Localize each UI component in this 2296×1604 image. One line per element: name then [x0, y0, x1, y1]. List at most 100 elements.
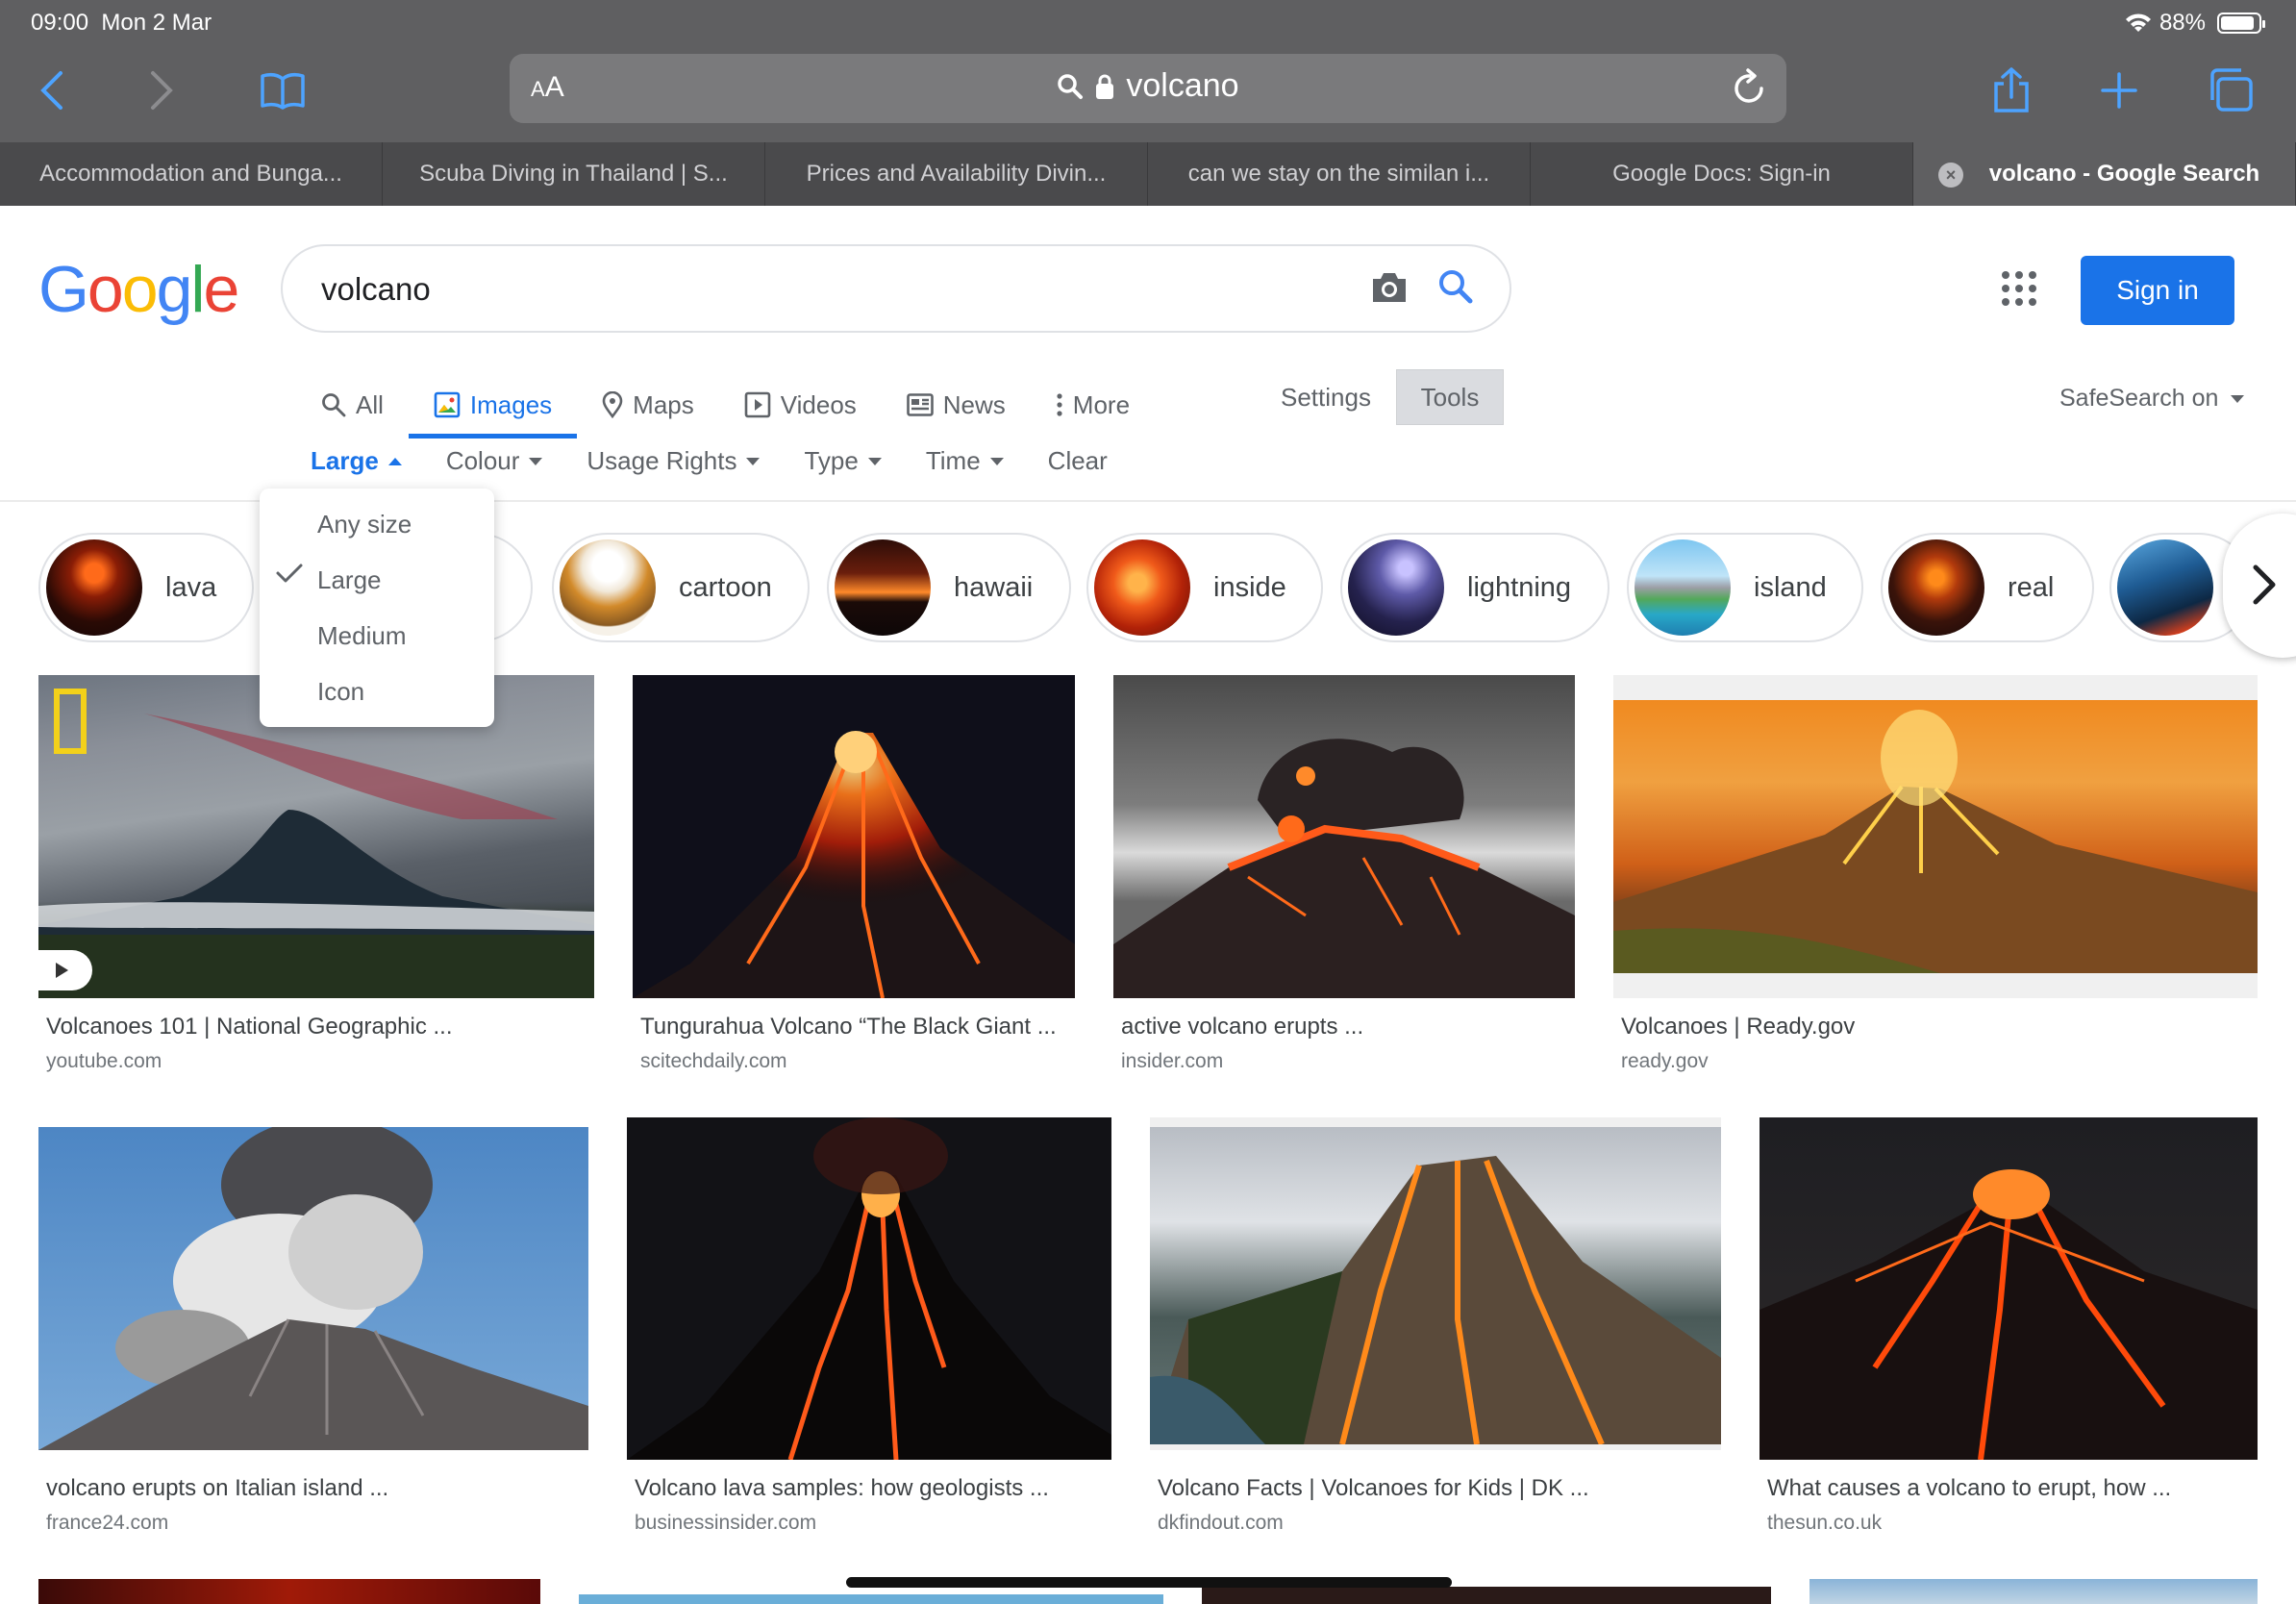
chip-hawaii[interactable]: hawaii — [827, 533, 1071, 642]
menu-item-large[interactable]: Large — [317, 565, 382, 595]
tab-prices[interactable]: Prices and Availability Divin... — [765, 142, 1148, 206]
menu-item-medium[interactable]: Medium — [317, 621, 406, 651]
result-source[interactable]: thesun.co.uk — [1767, 1512, 1882, 1535]
search-by-image-button[interactable] — [1369, 269, 1410, 311]
tab-overview-button[interactable] — [2202, 62, 2259, 119]
tab-news[interactable]: News — [903, 373, 1010, 437]
chips-next-button[interactable] — [2223, 514, 2296, 658]
caret-down-icon — [989, 457, 1004, 465]
colour-filter[interactable]: Colour — [446, 446, 543, 476]
caret-down-icon — [2231, 395, 2245, 404]
share-button[interactable] — [1983, 62, 2040, 119]
result-title[interactable]: Volcano lava samples: how geologists ... — [635, 1475, 1049, 1502]
search-input[interactable]: volcano — [321, 271, 431, 308]
result-image[interactable] — [1202, 1587, 1771, 1604]
result-card[interactable]: Volcano lava samples: how geologists ...… — [627, 1117, 1111, 1541]
tab-scuba-diving[interactable]: Scuba Diving in Thailand | S... — [383, 142, 765, 206]
chip-inside[interactable]: inside — [1086, 533, 1323, 642]
time-filter[interactable]: Time — [926, 446, 1004, 476]
chip-lightning[interactable]: lightning — [1340, 533, 1610, 642]
tab-volcano-search[interactable]: × volcano - Google Search — [1913, 142, 2296, 206]
result-source[interactable]: youtube.com — [46, 1050, 162, 1073]
tab-google-docs[interactable]: Google Docs: Sign-in — [1531, 142, 1913, 206]
chip-thumbnail — [835, 539, 931, 636]
lock-icon — [1096, 74, 1114, 99]
result-image[interactable] — [1759, 1117, 2258, 1460]
result-title[interactable]: Volcanoes | Ready.gov — [1621, 1014, 1855, 1040]
result-source[interactable]: france24.com — [46, 1512, 168, 1535]
video-icon — [744, 391, 771, 418]
menu-item-icon[interactable]: Icon — [317, 677, 364, 707]
tab-similan[interactable]: can we stay on the similan i... — [1148, 142, 1531, 206]
result-card[interactable]: active volcano erupts ... insider.com — [1113, 675, 1575, 1079]
type-filter[interactable]: Type — [804, 446, 882, 476]
result-card[interactable]: volcano erupts on Italian island ... fra… — [38, 1117, 588, 1541]
result-source[interactable]: businessinsider.com — [635, 1512, 816, 1535]
result-source[interactable]: ready.gov — [1621, 1050, 1709, 1073]
result-card[interactable]: What causes a volcano to erupt, how ... … — [1759, 1117, 2258, 1541]
reload-icon — [1734, 68, 1763, 103]
result-title[interactable]: What causes a volcano to erupt, how ... — [1767, 1475, 2171, 1502]
tab-more[interactable]: More — [1052, 373, 1134, 437]
reload-button[interactable] — [1731, 67, 1769, 113]
tab-videos[interactable]: Videos — [740, 373, 861, 437]
filter-label: Usage Rights — [586, 446, 737, 475]
result-card[interactable]: Volcano Facts | Volcanoes for Kids | DK … — [1150, 1117, 1721, 1541]
tab-images[interactable]: Images — [408, 373, 578, 439]
result-image[interactable] — [38, 1579, 540, 1604]
nat-geo-logo — [54, 689, 87, 754]
result-image[interactable] — [1113, 675, 1575, 998]
result-title[interactable]: volcano erupts on Italian island ... — [46, 1475, 388, 1502]
chip-real[interactable]: real — [1881, 533, 2094, 642]
new-tab-button[interactable] — [2090, 62, 2148, 119]
result-image[interactable] — [1809, 1579, 2258, 1604]
safesearch-toggle[interactable]: SafeSearch on — [2059, 385, 2245, 413]
bookmarks-button[interactable] — [254, 62, 312, 119]
play-button[interactable] — [38, 950, 92, 990]
result-source[interactable]: scitechdaily.com — [640, 1050, 787, 1073]
search-submit-button[interactable] — [1436, 267, 1475, 311]
google-logo[interactable]: Google — [38, 252, 239, 327]
tab-accommodation[interactable]: Accommodation and Bunga... — [0, 142, 383, 206]
result-card[interactable]: Volcanoes 101 | National Geographic ... … — [38, 675, 594, 1079]
tab-maps[interactable]: Maps — [598, 373, 698, 437]
tab-label: News — [942, 389, 1006, 419]
status-time: 09:00 Mon 2 Mar — [31, 10, 212, 37]
result-card[interactable]: Tungurahua Volcano “The Black Giant ... … — [633, 675, 1075, 1079]
result-title[interactable]: Volcanoes 101 | National Geographic ... — [46, 1014, 453, 1040]
search-box[interactable]: volcano — [281, 244, 1511, 333]
close-tab-icon[interactable]: × — [1938, 163, 1963, 188]
result-title[interactable]: Volcano Facts | Volcanoes for Kids | DK … — [1158, 1475, 1589, 1502]
forward-button[interactable] — [133, 62, 190, 119]
tools-button[interactable]: Tools — [1396, 369, 1504, 425]
chip-island[interactable]: island — [1627, 533, 1863, 642]
result-image[interactable] — [38, 1117, 588, 1450]
result-image[interactable] — [633, 675, 1075, 998]
image-icon — [434, 391, 461, 418]
clear-filters-button[interactable]: Clear — [1048, 446, 1108, 476]
result-image[interactable] — [579, 1594, 1163, 1604]
browser-chrome: 09:00 Mon 2 Mar 88% AA volcano Accommoda… — [0, 0, 2296, 206]
back-button[interactable] — [23, 62, 81, 119]
result-title[interactable]: Tungurahua Volcano “The Black Giant ... — [640, 1014, 1057, 1040]
result-image[interactable] — [1613, 675, 2258, 998]
address-bar[interactable]: AA volcano — [510, 54, 1786, 123]
url-display[interactable]: volcano — [510, 67, 1786, 105]
chip-lava[interactable]: lava — [38, 533, 254, 642]
result-title[interactable]: active volcano erupts ... — [1121, 1014, 1363, 1040]
settings-link[interactable]: Settings — [1281, 383, 1371, 413]
result-image[interactable] — [627, 1117, 1111, 1460]
usage-rights-filter[interactable]: Usage Rights — [586, 446, 761, 476]
result-image[interactable] — [1150, 1117, 1721, 1450]
google-apps-icon[interactable] — [2002, 271, 2036, 306]
menu-item-any-size[interactable]: Any size — [317, 510, 412, 539]
status-right: 88% — [2125, 10, 2265, 37]
checkmark-icon — [276, 564, 303, 583]
chip-cartoon[interactable]: cartoon — [552, 533, 810, 642]
sign-in-button[interactable]: Sign in — [2081, 256, 2234, 325]
tab-all[interactable]: All — [317, 373, 387, 437]
result-source[interactable]: insider.com — [1121, 1050, 1223, 1073]
result-card[interactable]: Volcanoes | Ready.gov ready.gov — [1613, 675, 2258, 1079]
size-filter[interactable]: Large — [311, 446, 402, 476]
result-source[interactable]: dkfindout.com — [1158, 1512, 1284, 1535]
